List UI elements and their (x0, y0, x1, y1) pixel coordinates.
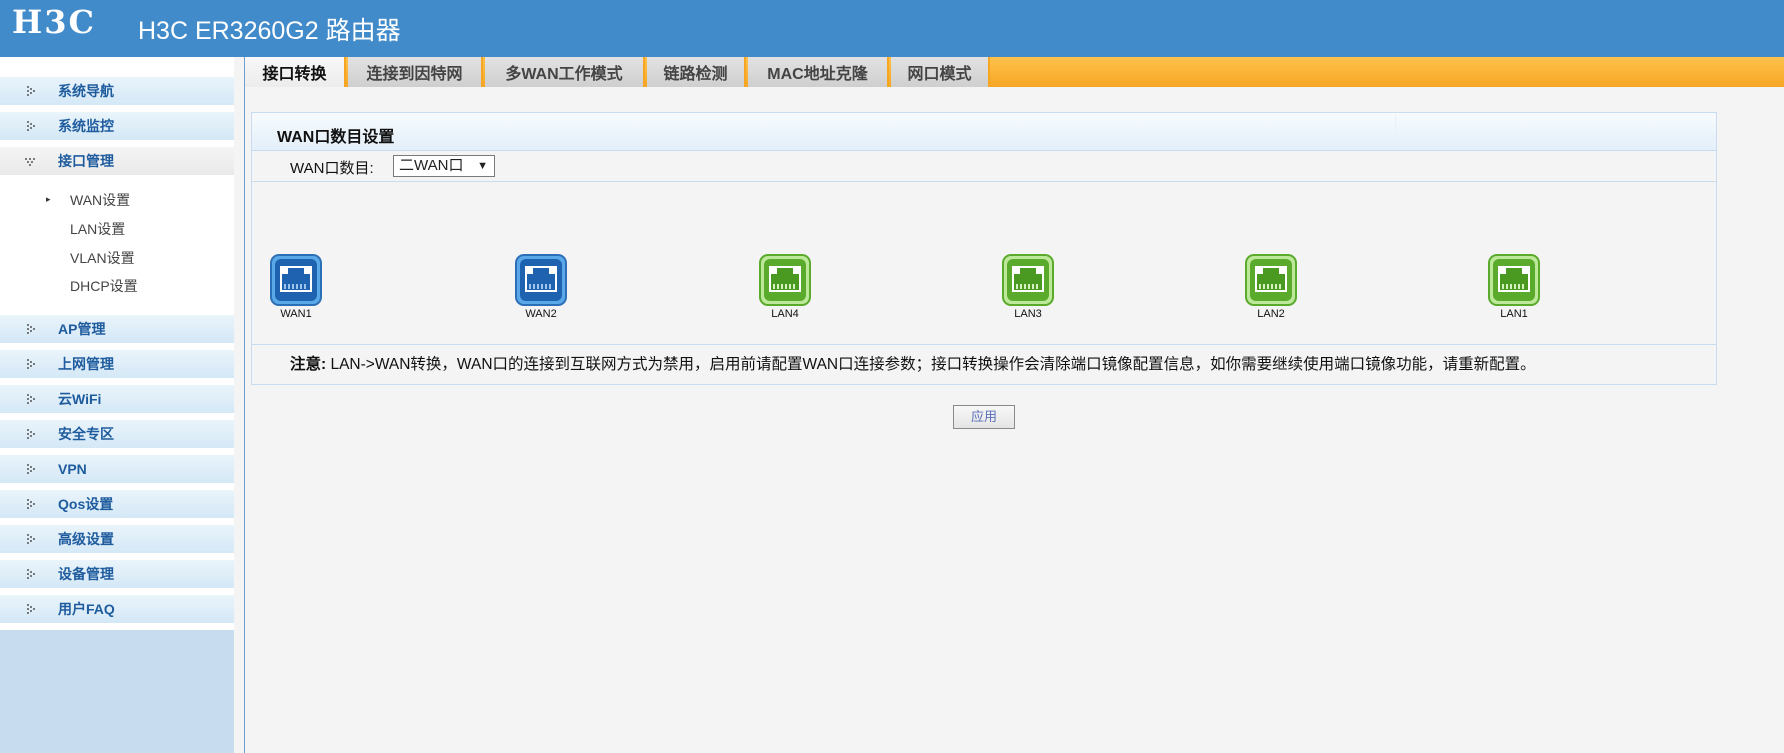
port-lan4[interactable]: LAN4 (755, 254, 815, 320)
tab-mac-clone[interactable]: MAC地址克隆 (748, 57, 889, 87)
chevron-right-icon (24, 497, 38, 511)
port-label: WAN1 (280, 308, 312, 320)
sidebar-item-interface-mgmt[interactable]: 接口管理 (0, 147, 234, 175)
chevron-right-icon (24, 462, 38, 476)
sidebar-item-security[interactable]: 安全专区 (0, 420, 234, 448)
sidebar-item-qos[interactable]: Qos设置 (0, 490, 234, 518)
sidebar-item-vpn[interactable]: VPN (0, 455, 234, 483)
tab-link-detection[interactable]: 链路检测 (647, 57, 746, 87)
chevron-right-icon (24, 392, 38, 406)
port-wan2[interactable]: WAN2 (511, 254, 571, 320)
app-title: H3C ER3260G2 路由器 (138, 17, 401, 45)
note-text: 注意: LAN->WAN转换，WAN口的连接到互联网方式为禁用，启用前请配置WA… (290, 352, 1536, 374)
sidebar-subitem-dhcp[interactable]: DHCP设置 (0, 272, 234, 300)
sidebar-item-system-nav[interactable]: 系统导航 (0, 77, 234, 105)
top-header: H3C H3C ER3260G2 路由器 (0, 0, 1784, 57)
chevron-right-icon (24, 602, 38, 616)
tab-port-mode[interactable]: 网口模式 (891, 57, 990, 87)
sidebar-item-label: 系统监控 (58, 118, 114, 134)
ethernet-port-icon (515, 254, 567, 306)
sidebar-item-label: 云WiFi (58, 391, 102, 407)
ports-diagram: WAN1 WAN2 LAN4 LAN3 LAN2 LAN1 (252, 182, 1716, 345)
ethernet-port-icon (1488, 254, 1540, 306)
chevron-right-icon (24, 84, 38, 98)
ethernet-port-icon (270, 254, 322, 306)
ethernet-port-icon (759, 254, 811, 306)
wan-count-select[interactable]: 二WAN口 ▼ (393, 155, 495, 177)
wan-count-panel: WAN口数目设置 WAN口数目: 二WAN口 ▼ WAN1 WAN2 LAN4 (251, 112, 1717, 385)
port-label: LAN4 (771, 308, 799, 320)
tab-multi-wan[interactable]: 多WAN工作模式 (485, 57, 645, 87)
port-label: LAN3 (1014, 308, 1042, 320)
sidebar-item-label: 系统导航 (58, 83, 114, 99)
sidebar-item-label: Qos设置 (58, 496, 114, 512)
sidebar-item-label: 接口管理 (58, 153, 114, 169)
note-prefix: 注意: (290, 356, 327, 373)
tab-connect-internet[interactable]: 连接到因特网 (348, 57, 483, 87)
sidebar-item-cloud-wifi[interactable]: 云WiFi (0, 385, 234, 413)
port-label: LAN2 (1257, 308, 1285, 320)
sidebar-item-label: 设备管理 (58, 566, 114, 582)
sidebar-item-faq[interactable]: 用户FAQ (0, 595, 234, 623)
chevron-right-icon (24, 119, 38, 133)
sidebar-item-advanced[interactable]: 高级设置 (0, 525, 234, 553)
chevron-right-icon (24, 427, 38, 441)
chevron-right-icon (24, 567, 38, 581)
tab-bar: 接口转换 连接到因特网 多WAN工作模式 链路检测 MAC地址克隆 网口模式 (245, 57, 1784, 87)
port-lan1[interactable]: LAN1 (1484, 254, 1544, 320)
ethernet-port-icon (1245, 254, 1297, 306)
sidebar-subitem-label: LAN设置 (70, 221, 126, 237)
tab-interface-switch[interactable]: 接口转换 (245, 57, 346, 87)
chevron-right-icon (24, 357, 38, 371)
sidebar-divider (244, 57, 245, 753)
chevron-down-icon (24, 154, 38, 168)
sidebar-item-internet-mgmt[interactable]: 上网管理 (0, 350, 234, 378)
sidebar-subitem-label: WAN设置 (70, 192, 131, 208)
sidebar-item-label: 安全专区 (58, 426, 114, 442)
note-body: LAN->WAN转换，WAN口的连接到互联网方式为禁用，启用前请配置WAN口连接… (326, 356, 1536, 373)
sidebar-subitem-wan[interactable]: ▸ WAN设置 (0, 186, 234, 214)
triangle-right-icon: ▸ (46, 195, 51, 205)
sidebar-subitem-label: DHCP设置 (70, 278, 138, 294)
h3c-logo: H3C (12, 3, 96, 41)
port-wan1[interactable]: WAN1 (266, 254, 326, 320)
port-label: WAN2 (525, 308, 557, 320)
sidebar-item-label: AP管理 (58, 321, 106, 337)
sidebar-item-ap-mgmt[interactable]: AP管理 (0, 315, 234, 343)
dropdown-arrow-icon: ▼ (477, 160, 488, 172)
sidebar-subitem-lan[interactable]: LAN设置 (0, 215, 234, 243)
wan-count-label: WAN口数目: (290, 160, 374, 177)
port-lan2[interactable]: LAN2 (1241, 254, 1301, 320)
sidebar-subitem-label: VLAN设置 (70, 250, 135, 266)
sidebar-item-device-mgmt[interactable]: 设备管理 (0, 560, 234, 588)
sidebar-item-label: 用户FAQ (58, 601, 115, 617)
chevron-right-icon (24, 322, 38, 336)
panel-title: WAN口数目设置 (277, 129, 395, 146)
apply-button[interactable]: 应用 (953, 405, 1015, 429)
ethernet-port-icon (1002, 254, 1054, 306)
port-lan3[interactable]: LAN3 (998, 254, 1058, 320)
sidebar-subitem-vlan[interactable]: VLAN设置 (0, 244, 234, 272)
sidebar-item-label: 上网管理 (58, 356, 114, 372)
wan-count-value: 二WAN口 (399, 157, 464, 174)
chevron-right-icon (24, 532, 38, 546)
sidebar-item-label: 高级设置 (58, 531, 114, 547)
port-label: LAN1 (1500, 308, 1528, 320)
sidebar-item-system-monitor[interactable]: 系统监控 (0, 112, 234, 140)
sidebar-item-label: VPN (58, 461, 87, 477)
sidebar: 系统导航 系统监控 接口管理 ▸ WAN设置 LAN设置 VLAN设置 DHCP… (0, 57, 234, 753)
